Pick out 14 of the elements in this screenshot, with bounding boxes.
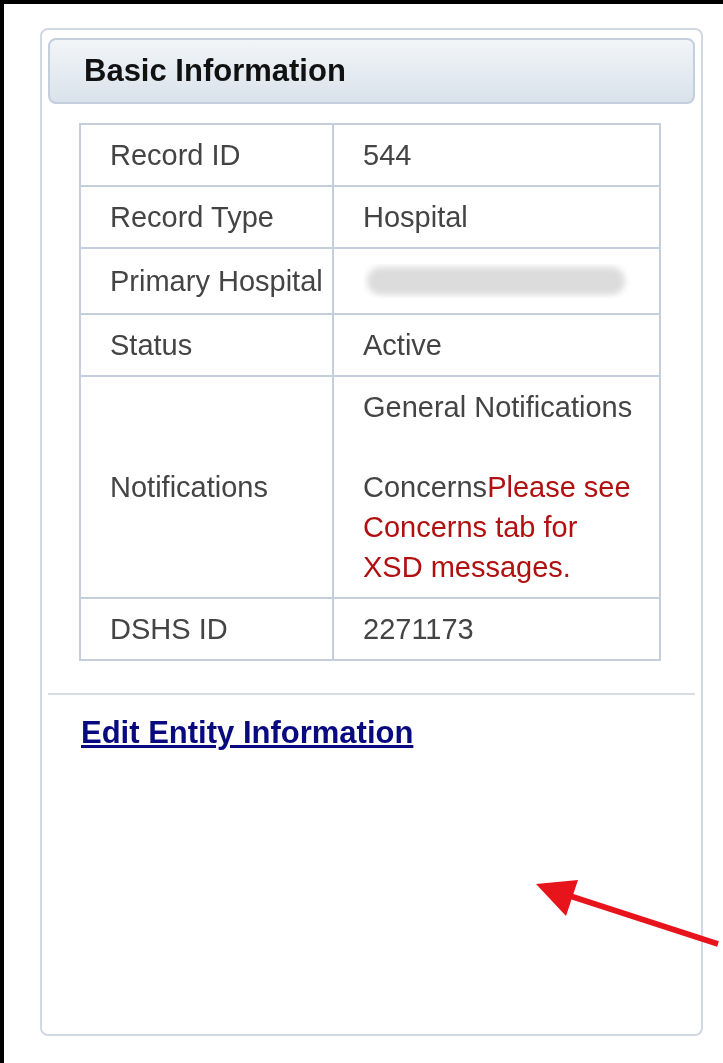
table-cell: Active	[333, 314, 660, 376]
notification-text: General Notifications	[363, 390, 633, 425]
table-cell: Record ID	[80, 124, 333, 186]
table-cell: Hospital	[333, 186, 660, 248]
panel-title: Basic Information	[84, 53, 346, 89]
table-cell: DSHS ID	[80, 598, 333, 660]
edit-link[interactable]: Edit Entity Information	[81, 715, 414, 751]
table-cell: Notifications	[80, 376, 333, 598]
table-cell: Primary Hospital	[80, 248, 333, 314]
table-cell: Status	[80, 314, 333, 376]
table-cell: 2271173	[333, 598, 660, 660]
table-cell: 544	[333, 124, 660, 186]
table-cell: Record Type	[80, 186, 333, 248]
notification-text: ConcernsPlease see Concerns tab for XSD messages.	[363, 470, 632, 585]
